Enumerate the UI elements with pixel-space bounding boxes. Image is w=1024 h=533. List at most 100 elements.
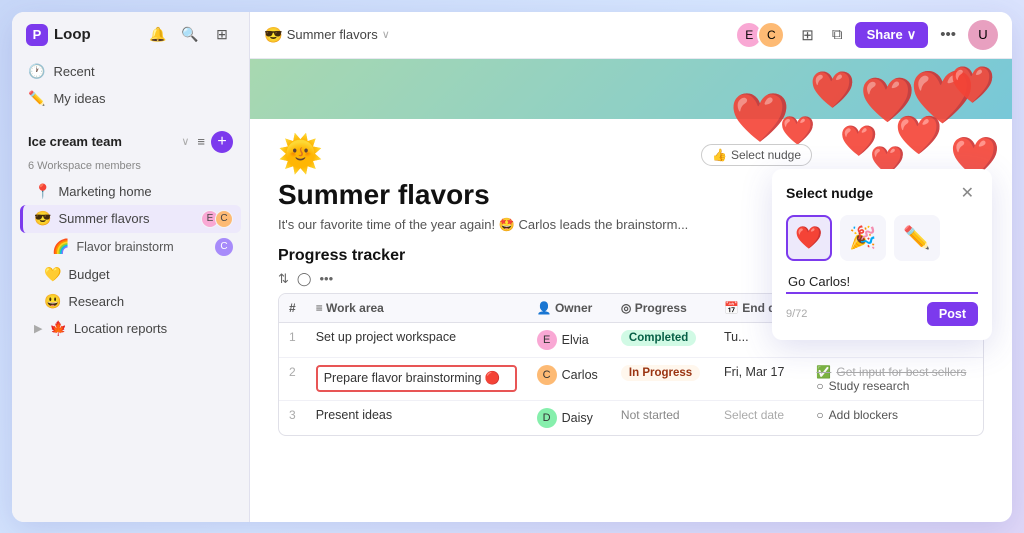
nudge-bottom-row: 9/72 Post (786, 302, 978, 326)
nudge-popup: Select nudge ✕ ❤️ 🎉 ✏️ 9/72 Post (772, 169, 992, 340)
checklist-item-1[interactable]: ✅ Get input for best sellers (816, 365, 973, 379)
nudge-text-input[interactable] (786, 271, 978, 294)
person-icon: 👤 (537, 301, 552, 315)
notes-3: ○ Add blockers (806, 400, 983, 435)
topbar-avatars: E C (735, 21, 785, 49)
more-options-icon[interactable]: ••• (934, 22, 962, 47)
sidebar: P Loop 🔔 🔍 ⊞ 🕐 Recent ✏️ My ideas Ice cr… (12, 12, 250, 522)
sidebar-item-label-marketing-home: Marketing home (58, 184, 233, 199)
nudge-close-button[interactable]: ✕ (957, 181, 978, 205)
progress-icon: ◎ (621, 301, 631, 315)
app-window: P Loop 🔔 🔍 ⊞ 🕐 Recent ✏️ My ideas Ice cr… (12, 12, 1012, 522)
workspace-member-count: 6 Workspace members (20, 158, 241, 178)
work-area-highlight-2: Prepare flavor brainstorming 🔴 (316, 365, 517, 392)
checklist-item-3[interactable]: ○ Add blockers (816, 408, 973, 422)
row-num-2: 2 (279, 357, 306, 400)
marketing-home-icon: 📍 (34, 183, 51, 200)
sidebar-item-location-reports[interactable]: ▶ 🍁 Location reports (20, 315, 241, 342)
breadcrumb-chevron-icon: ∨ (382, 28, 390, 41)
sidebar-item-summer-flavors[interactable]: 😎 Summer flavors E C (20, 205, 241, 233)
owner-name-1: Elvia (562, 333, 589, 347)
progress-2[interactable]: In Progress (611, 357, 714, 400)
col-progress: ◎ Progress (611, 294, 714, 323)
main-panel: 😎 Summer flavors ∨ E C ⊞ ⧉ Share ∨ ••• U (250, 12, 1012, 522)
search-icon[interactable]: 🔍 (177, 22, 203, 48)
date-2[interactable]: Fri, Mar 17 (714, 357, 806, 400)
budget-icon: 💛 (44, 266, 61, 283)
notification-bell-icon[interactable]: 🔔 (145, 22, 171, 48)
nudge-options: ❤️ 🎉 ✏️ (786, 215, 978, 261)
sidebar-item-budget[interactable]: 💛 Budget (20, 261, 241, 288)
owner-avatar-2: C (537, 365, 557, 385)
share-button[interactable]: Share ∨ (855, 22, 929, 48)
breadcrumb[interactable]: 😎 Summer flavors ∨ (264, 26, 390, 44)
nudge-option-heart[interactable]: ❤️ (786, 215, 832, 261)
select-nudge-trigger-button[interactable]: 👍 Select nudge (701, 144, 812, 166)
workspace-name: Ice cream team (28, 134, 175, 149)
nudge-option-party[interactable]: 🎉 (840, 215, 886, 261)
user-avatar-button[interactable]: U (968, 20, 998, 50)
topbar-icons: ⊞ ⧉ Share ∨ ••• U (795, 20, 998, 50)
location-reports-icon: 🍁 (49, 320, 66, 337)
sidebar-item-label-summer-flavors: Summer flavors (58, 211, 194, 226)
my-ideas-icon: ✏️ (28, 90, 45, 107)
nudge-option-pencil[interactable]: ✏️ (894, 215, 940, 261)
sidebar-item-flavor-brainstorm[interactable]: 🌈 Flavor brainstorm C (20, 233, 241, 261)
app-name: Loop (54, 26, 139, 43)
owner-2: C Carlos (527, 357, 611, 400)
progress-1[interactable]: Completed (611, 322, 714, 357)
hero-banner (250, 59, 1012, 119)
owner-1: E Elvia (527, 322, 611, 357)
col-num: # (279, 294, 306, 323)
summer-flavors-icon: 😎 (34, 210, 51, 227)
date-3[interactable]: Select date (714, 400, 806, 435)
uncheck-icon: ○ (816, 379, 823, 393)
list-icon: ≡ (316, 301, 323, 315)
expand-location-icon: ▶ (34, 322, 42, 335)
sidebar-item-my-ideas[interactable]: ✏️ My ideas (20, 85, 241, 112)
status-badge-2: In Progress (621, 365, 700, 381)
workspace-menu-icon[interactable]: ≡ (195, 132, 207, 151)
owner-name-3: Daisy (562, 411, 593, 425)
checklist-item-2[interactable]: ○ Study research (816, 379, 973, 393)
status-badge-3: Not started (621, 408, 680, 422)
checklist-label-2: Study research (829, 379, 910, 393)
workspace-header[interactable]: Ice cream team ∨ ≡ + (20, 126, 241, 158)
sidebar-item-marketing-home[interactable]: 📍 Marketing home (20, 178, 241, 205)
table-row: 2 Prepare flavor brainstorming 🔴 C (279, 357, 983, 400)
expand-icon[interactable]: ⊞ (209, 22, 235, 48)
work-area-1[interactable]: Set up project workspace (306, 322, 527, 357)
add-workspace-item-button[interactable]: + (211, 131, 233, 153)
copy-icon[interactable]: ⧉ (826, 22, 849, 47)
work-area-2[interactable]: Prepare flavor brainstorming 🔴 (306, 357, 527, 400)
avatar-2: C (215, 210, 233, 228)
row-num-3: 3 (279, 400, 306, 435)
share-label: Share (867, 27, 903, 42)
nudge-post-button[interactable]: Post (927, 302, 978, 326)
sidebar-nav-label-recent: Recent (53, 64, 94, 79)
sidebar-item-recent[interactable]: 🕐 Recent (20, 58, 241, 85)
summer-flavors-avatars: E C (201, 210, 233, 228)
select-date-3: Select date (724, 408, 784, 422)
nudge-popup-title: Select nudge (786, 185, 873, 201)
research-icon: 😃 (44, 293, 61, 310)
sidebar-item-label-flavor-brainstorm: Flavor brainstorm (76, 240, 173, 254)
notes-2: ✅ Get input for best sellers ○ Study res… (806, 357, 983, 400)
sidebar-item-label-research: Research (68, 294, 233, 309)
owner-avatar-3: D (537, 408, 557, 428)
sidebar-nav-label-my-ideas: My ideas (53, 91, 105, 106)
topbar-avatar-2: C (757, 21, 785, 49)
calendar-icon: 📅 (724, 301, 739, 315)
sidebar-item-research[interactable]: 😃 Research (20, 288, 241, 315)
status-badge-1: Completed (621, 330, 696, 346)
uncheck-icon-3: ○ (816, 408, 823, 422)
owner-3: D Daisy (527, 400, 611, 435)
grid-view-icon[interactable]: ⊞ (795, 22, 820, 48)
topbar: 😎 Summer flavors ∨ E C ⊞ ⧉ Share ∨ ••• U (250, 12, 1012, 59)
recent-icon: 🕐 (28, 63, 45, 80)
progress-3[interactable]: Not started (611, 400, 714, 435)
owner-name-2: Carlos (562, 368, 598, 382)
sidebar-header: P Loop 🔔 🔍 ⊞ (12, 12, 249, 54)
work-area-3[interactable]: Present ideas (306, 400, 527, 435)
nudge-trigger-icon: 👍 (712, 148, 727, 162)
